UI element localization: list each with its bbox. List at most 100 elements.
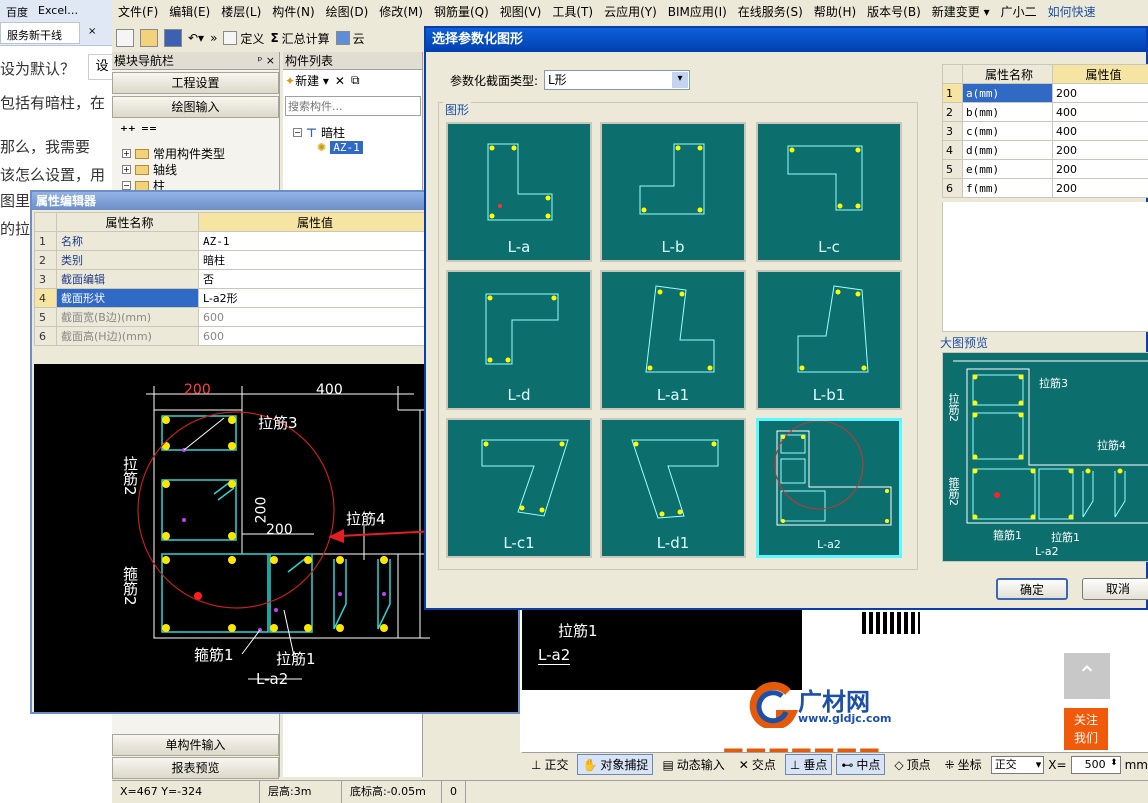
property-value[interactable]: L-a2形 — [198, 288, 428, 308]
param-row[interactable]: 3 c(mm) 400 — [942, 121, 1148, 141]
section-type-select[interactable]: L形 ▾ — [544, 70, 690, 90]
intersect-button[interactable]: ✕ 交点 — [734, 754, 781, 775]
single-component-button[interactable]: 单构件输入 — [112, 734, 279, 756]
param-row[interactable]: 2 b(mm) 400 — [942, 102, 1148, 122]
menu-view[interactable]: 视图(V) — [500, 3, 542, 20]
midpoint-button[interactable]: ⊷ 中点 — [836, 754, 886, 775]
shape-thumb-L-a1[interactable]: L-a1 — [600, 270, 746, 410]
cloud-check-button[interactable]: 云 — [335, 30, 365, 47]
collapse-icon[interactable]: − — [293, 128, 302, 137]
param-value[interactable]: 200 — [1052, 178, 1148, 198]
param-row[interactable]: 5 e(mm) 200 — [942, 159, 1148, 179]
property-row-selected[interactable]: 4 截面形状 L-a2形 — [34, 288, 428, 308]
shape-thumb-L-a2-selected[interactable]: L-a2 — [756, 418, 902, 558]
draw-input-button[interactable]: 绘图输入 — [112, 96, 279, 118]
shape-thumb-L-d[interactable]: L-d — [446, 270, 592, 410]
property-value[interactable]: 600 — [198, 307, 428, 327]
cancel-button[interactable]: 取消 — [1082, 578, 1148, 600]
menu-tools[interactable]: 工具(T) — [552, 3, 593, 20]
property-row[interactable]: 2 类别 暗柱 — [34, 250, 428, 270]
expand-icon[interactable]: + — [122, 149, 131, 158]
property-row[interactable]: 1 名称 AZ-1 — [34, 231, 428, 251]
search-component-input[interactable] — [285, 96, 421, 116]
menu-file[interactable]: 文件(F) — [118, 3, 158, 20]
undo-icon[interactable]: ↶▾ — [188, 31, 204, 45]
param-value[interactable]: 200 — [1052, 140, 1148, 160]
report-preview-button[interactable]: 报表预览 — [112, 757, 279, 779]
param-row-selected[interactable]: 1 a(mm) 200 — [942, 83, 1148, 103]
property-value[interactable]: 600 — [198, 326, 428, 346]
object-snap-button[interactable]: ✋ 对象捕捉 — [577, 754, 654, 775]
browser-tab[interactable]: 百度 — [0, 0, 30, 22]
tree-item-hidden-column[interactable]: − ⊤ 暗柱 — [293, 124, 345, 141]
menu-rebar[interactable]: 钢筋量(Q) — [434, 3, 489, 20]
copy-icon[interactable]: ⧉ — [351, 73, 360, 88]
new-component-button[interactable]: ✦新建 ▾ — [285, 72, 329, 89]
open-folder-icon[interactable] — [140, 29, 158, 47]
property-row[interactable]: 3 截面编辑否 — [34, 269, 428, 289]
shape-thumb-L-c[interactable]: L-c — [756, 122, 902, 262]
save-icon[interactable] — [164, 29, 182, 47]
more-chevron-icon[interactable]: » — [210, 31, 217, 45]
property-row[interactable]: 6 截面高(H边)(mm) 600 — [34, 326, 428, 346]
shape-thumb-L-a[interactable]: L-a — [446, 122, 592, 262]
expand-icon[interactable]: + — [122, 165, 131, 174]
menu-quick-help[interactable]: 如何快速 — [1048, 3, 1096, 20]
shape-thumb-L-b[interactable]: L-b — [600, 122, 746, 262]
param-value[interactable]: 400 — [1052, 102, 1148, 122]
menu-draw[interactable]: 绘图(D) — [326, 3, 369, 20]
shape-thumb-L-b1[interactable]: L-b1 — [756, 270, 902, 410]
ortho-button[interactable]: ⊥ 正交 — [526, 754, 573, 775]
vertex-button[interactable]: ◇ 顶点 — [889, 754, 935, 775]
new-file-icon[interactable] — [116, 29, 134, 47]
menu-assistant[interactable]: 广小二 — [1001, 3, 1037, 20]
param-row[interactable]: 6 f(mm) 200 — [942, 178, 1148, 198]
folder-icon — [135, 148, 149, 159]
ok-button[interactable]: 确定 — [996, 578, 1068, 600]
x-offset-input[interactable]: 500 ⬍ — [1070, 755, 1121, 774]
sum-calc-button[interactable]: Σ 汇总计算 — [270, 30, 329, 47]
menu-help[interactable]: 帮助(H) — [814, 3, 856, 20]
menu-online[interactable]: 在线服务(S) — [738, 3, 803, 20]
grid-corner — [34, 212, 57, 232]
delete-icon[interactable]: ✕ — [335, 74, 345, 88]
back-to-top-icon[interactable]: ⌃ — [1064, 653, 1110, 699]
menu-edit[interactable]: 编辑(E) — [169, 3, 210, 20]
pin-close-icon[interactable]: ᵖ × — [258, 52, 275, 70]
tree-item-axis[interactable]: + 轴线 — [122, 161, 177, 178]
param-row[interactable]: 4 d(mm) 200 — [942, 140, 1148, 160]
property-row[interactable]: 5 截面宽(B边)(mm) 600 — [34, 307, 428, 327]
shape-thumb-L-d1[interactable]: L-d1 — [600, 418, 746, 558]
menu-floor[interactable]: 楼层(L) — [221, 3, 261, 20]
menu-bim[interactable]: BIM应用(I) — [668, 3, 727, 20]
perpendicular-button[interactable]: ⊥ 垂点 — [784, 754, 833, 775]
ortho-mode-select[interactable]: 正交 ▾ — [990, 755, 1045, 774]
spinner-icon[interactable]: ⬍ — [1110, 755, 1118, 771]
property-value[interactable]: 否 — [198, 269, 428, 289]
x-offset-value: 500 — [1084, 757, 1106, 771]
collapse-icon[interactable]: − — [122, 181, 131, 190]
menu-component[interactable]: 构件(N) — [272, 3, 314, 20]
browser-tab[interactable]: Excel… — [32, 0, 112, 22]
follow-us-button[interactable]: 关注 我们 — [1064, 708, 1108, 750]
browser-tab-active[interactable]: 服务新干线 — [0, 22, 80, 44]
tree-item-common[interactable]: + 常用构件类型 — [122, 145, 225, 162]
param-value[interactable]: 200 — [1052, 83, 1148, 103]
define-button[interactable]: 定义 — [223, 30, 264, 47]
chevron-down-icon[interactable]: ▾ — [672, 72, 688, 88]
menu-version[interactable]: 版本号(B) — [867, 3, 921, 20]
param-value[interactable]: 200 — [1052, 159, 1148, 179]
param-value[interactable]: 400 — [1052, 121, 1148, 141]
project-settings-button[interactable]: 工程设置 — [112, 72, 279, 94]
property-value[interactable]: AZ-1 — [198, 231, 428, 251]
property-value[interactable]: 暗柱 — [198, 250, 428, 270]
expand-collapse-icon[interactable]: ⁺⁺ ⁼⁼ — [120, 122, 157, 140]
menu-cloud[interactable]: 云应用(Y) — [604, 3, 657, 20]
tree-item-az1[interactable]: ✺ AZ-1 — [317, 141, 363, 154]
menu-new-change[interactable]: 新建变更 ▾ — [932, 3, 990, 20]
close-icon[interactable]: × — [82, 22, 96, 44]
coord-button[interactable]: ⁜ 坐标 — [940, 754, 987, 775]
dynamic-input-button[interactable]: ▤ 动态输入 — [657, 754, 729, 775]
shape-thumb-L-c1[interactable]: L-c1 — [446, 418, 592, 558]
menu-modify[interactable]: 修改(M) — [379, 3, 423, 20]
